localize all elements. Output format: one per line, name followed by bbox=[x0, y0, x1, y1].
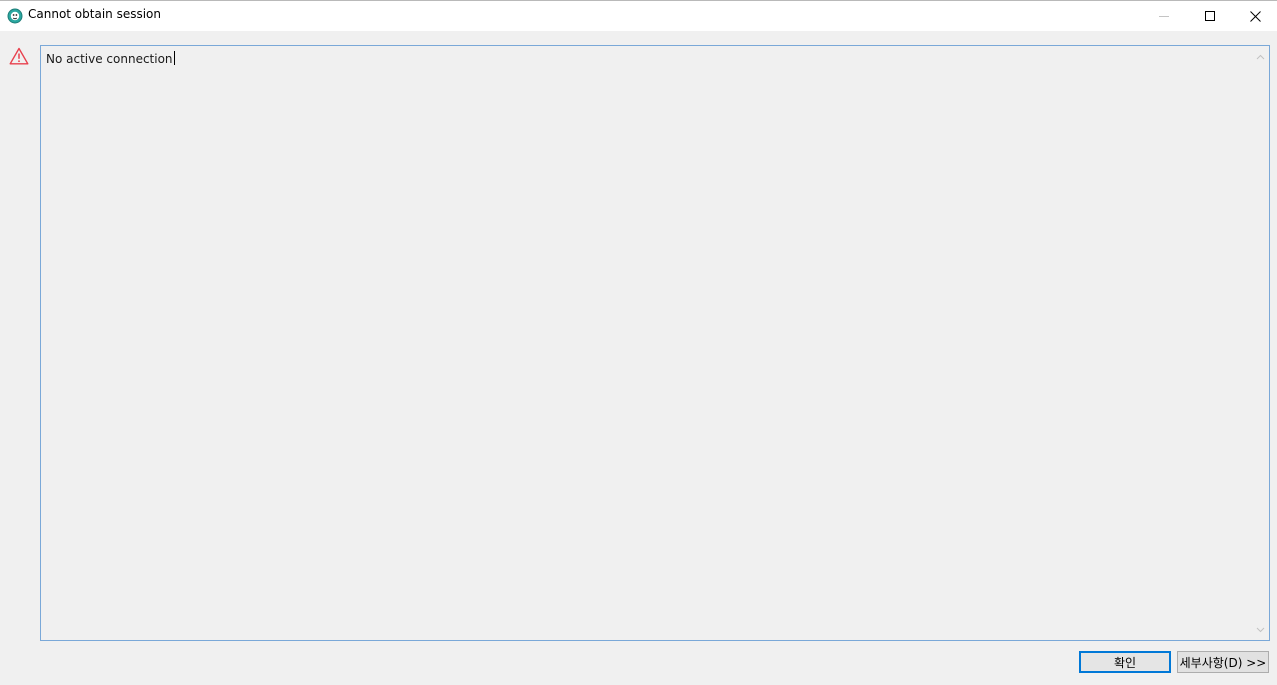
message-text-line: No active connection bbox=[46, 51, 175, 66]
vertical-scrollbar[interactable] bbox=[1252, 46, 1269, 640]
message-textarea[interactable]: No active connection bbox=[40, 45, 1270, 641]
maximize-button[interactable] bbox=[1187, 1, 1233, 31]
scroll-down-button[interactable] bbox=[1252, 621, 1269, 638]
close-button[interactable] bbox=[1232, 1, 1277, 31]
ok-button[interactable]: 확인 bbox=[1079, 651, 1171, 673]
chevron-down-icon bbox=[1256, 627, 1265, 632]
warning-icon bbox=[9, 47, 29, 65]
window-title: Cannot obtain session bbox=[28, 7, 161, 21]
close-icon bbox=[1249, 10, 1261, 22]
title-bar[interactable]: Cannot obtain session bbox=[0, 1, 1277, 31]
scroll-up-button[interactable] bbox=[1252, 48, 1269, 65]
dialog-window: Cannot obtain session No active connecti… bbox=[0, 0, 1277, 685]
details-button[interactable]: 세부사항(D) >> bbox=[1177, 651, 1269, 673]
maximize-icon bbox=[1205, 11, 1215, 21]
minimize-button[interactable] bbox=[1141, 1, 1187, 31]
text-caret bbox=[173, 51, 175, 65]
minimize-icon bbox=[1159, 16, 1169, 17]
message-text: No active connection bbox=[46, 52, 173, 66]
chevron-up-icon bbox=[1256, 54, 1265, 59]
app-icon bbox=[7, 8, 23, 24]
